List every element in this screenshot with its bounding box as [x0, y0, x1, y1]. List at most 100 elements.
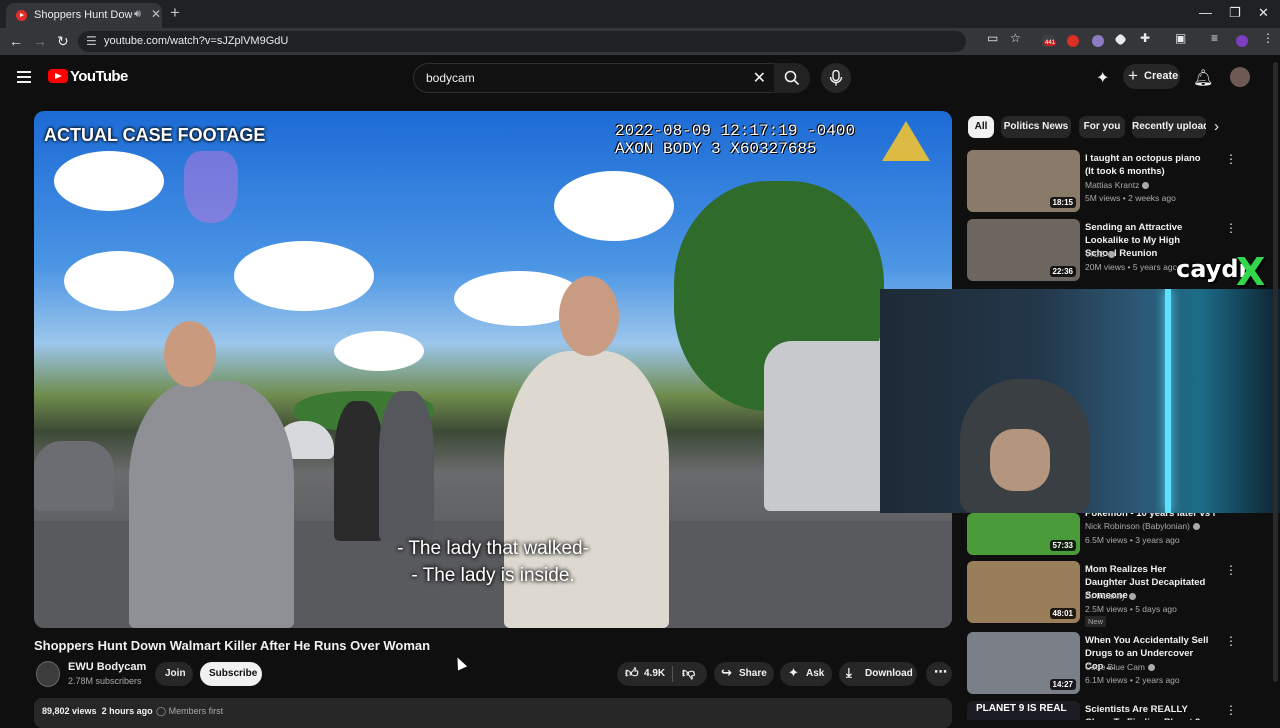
- chip-label: Politics News: [1003, 121, 1069, 132]
- head-shape: [559, 276, 619, 356]
- verified-badge-icon: [1142, 182, 1150, 190]
- window-close-icon[interactable]: ✕: [1258, 5, 1269, 21]
- tab-close-icon[interactable]: ✕: [151, 7, 161, 21]
- site-info-icon[interactable]: ☰: [86, 34, 97, 48]
- recommended-video[interactable]: 18:15 I taught an octopus piano (It took…: [967, 150, 1267, 214]
- ai-sparkle-icon[interactable]: ✦: [1096, 68, 1109, 88]
- streamer-webcam-overlay: [880, 289, 1280, 513]
- video-thumbnail[interactable]: PLANET 9 IS REAL: [967, 701, 1080, 720]
- like-count[interactable]: 4.9K: [644, 668, 665, 679]
- parked-car-shape: [34, 441, 114, 511]
- chip-recently-uploaded[interactable]: Recently uploaded: [1132, 116, 1206, 138]
- thumbs-down-icon[interactable]: 👎︎: [682, 665, 695, 681]
- video-duration: 18:15: [1049, 197, 1076, 208]
- clear-search-icon[interactable]: ✕: [753, 68, 766, 88]
- thumbs-up-icon[interactable]: 👍︎: [625, 665, 639, 681]
- video-thumbnail[interactable]: 22:36: [967, 219, 1080, 281]
- minimize-icon[interactable]: —: [1199, 5, 1212, 20]
- tab-audio-icon[interactable]: 🔊︎: [134, 8, 141, 21]
- download-icon: ⤓: [846, 665, 852, 680]
- youtube-logo-icon[interactable]: [48, 69, 68, 83]
- reload-icon[interactable]: ↻: [57, 33, 69, 50]
- video-thumbnail[interactable]: 48:01: [967, 561, 1080, 623]
- voice-search-button[interactable]: [821, 63, 851, 93]
- ask-label: Ask: [806, 668, 825, 679]
- chip-politics-news[interactable]: Politics News: [1001, 116, 1071, 138]
- search-button[interactable]: [774, 63, 810, 93]
- youtube-wordmark[interactable]: YouTube: [70, 68, 128, 85]
- new-tab-icon[interactable]: +: [170, 3, 180, 23]
- browser-menu-icon[interactable]: ⋮: [1262, 31, 1274, 45]
- man-black-shirt-shape: [334, 401, 384, 541]
- forward-icon[interactable]: →: [33, 33, 47, 49]
- sparkle-icon: ✦: [788, 665, 799, 680]
- members-first-text: Members first: [168, 706, 224, 716]
- address-bar[interactable]: ☰ youtube.com/watch?v=sJZplVM9GdU: [78, 31, 966, 52]
- more-vertical-icon[interactable]: ⋮: [1225, 703, 1237, 717]
- chip-label: Recently uploaded: [1132, 121, 1206, 132]
- more-vertical-icon[interactable]: ⋮: [1225, 221, 1237, 235]
- notifications-bell-icon[interactable]: 🔔︎: [1193, 68, 1213, 88]
- video-thumbnail[interactable]: 14:27: [967, 632, 1080, 694]
- chip-label: All: [974, 121, 988, 132]
- recommended-video[interactable]: 14:27 When You Accidentally Sell Drugs t…: [967, 632, 1267, 696]
- create-button[interactable]: + Create: [1123, 64, 1180, 89]
- channel-avatar[interactable]: [36, 661, 60, 687]
- description-box[interactable]: 89,802 views 2 hours ago ◯ Members first: [34, 698, 952, 728]
- search-query[interactable]: bodycam: [426, 71, 475, 85]
- join-button[interactable]: Join: [155, 662, 193, 686]
- subscribe-button[interactable]: Subscribe: [200, 662, 262, 686]
- extensions-icon[interactable]: ✚: [1140, 31, 1150, 45]
- video-title-link[interactable]: Scientists Are REALLY Close To Finding P…: [1085, 703, 1209, 720]
- chip-all[interactable]: All: [968, 116, 994, 138]
- page-scrollbar[interactable]: [1273, 62, 1278, 682]
- url-text[interactable]: youtube.com/watch?v=sJZplVM9GdU: [104, 35, 288, 47]
- man-grey-shirt-shape: [379, 391, 434, 541]
- view-count: 89,802 views: [42, 706, 97, 716]
- profile-icon[interactable]: [1236, 35, 1248, 47]
- more-vertical-icon[interactable]: ⋮: [1225, 563, 1237, 577]
- back-icon[interactable]: ←: [9, 33, 23, 49]
- video-thumbnail[interactable]: 18:15: [967, 150, 1080, 212]
- video-player[interactable]: ACTUAL CASE FOOTAGE 2022-08-09 12:17:19 …: [34, 111, 952, 628]
- more-vertical-icon[interactable]: ⋮: [1225, 152, 1237, 166]
- cloud-shape: [554, 171, 674, 241]
- download-button[interactable]: ⤓ Download: [839, 662, 917, 686]
- microphone-icon: [829, 70, 843, 86]
- chip-for-you[interactable]: For you: [1079, 116, 1125, 138]
- channel-subscriber-count: 2.78M subscribers: [68, 676, 142, 686]
- hamburger-menu-icon[interactable]: [17, 71, 31, 86]
- chips-next-chevron-icon[interactable]: ›: [1214, 118, 1219, 135]
- extension-purple-icon[interactable]: [1092, 35, 1104, 47]
- side-panel-icon[interactable]: ▣: [1175, 31, 1186, 45]
- channel-name: Dr Insanity: [1085, 591, 1136, 601]
- channel-name-text: Code Blue Cam: [1085, 662, 1146, 672]
- led-light-strip: [1165, 289, 1171, 513]
- more-actions-button[interactable]: ⋯: [926, 662, 952, 686]
- share-arrow-icon: ↪: [721, 665, 732, 680]
- create-label: Create: [1144, 70, 1179, 82]
- more-horizontal-icon: ⋯: [934, 664, 947, 679]
- extension-red-icon[interactable]: [1067, 35, 1079, 47]
- browser-tab[interactable]: Shoppers Hunt Down Walmart Killer After …: [6, 3, 162, 28]
- ask-button[interactable]: ✦ Ask: [780, 662, 832, 686]
- search-input[interactable]: bodycam ✕: [413, 63, 775, 93]
- timestamp-line-2: AXON BODY 3 X60327685: [615, 140, 817, 158]
- media-controls-icon[interactable]: ≡: [1211, 31, 1218, 45]
- more-vertical-icon[interactable]: ⋮: [1225, 634, 1237, 648]
- extension-diamond-icon[interactable]: [1114, 33, 1127, 46]
- recommended-video[interactable]: 48:01 Mom Realizes Her Daughter Just Dec…: [967, 561, 1267, 627]
- channel-name[interactable]: EWU Bodycam: [68, 661, 146, 673]
- video-thumbnail[interactable]: 57:33: [967, 513, 1080, 555]
- restore-icon[interactable]: ❐: [1229, 5, 1241, 21]
- cast-icon[interactable]: ▭: [987, 31, 998, 45]
- share-button[interactable]: ↪ Share: [714, 662, 774, 686]
- bookmark-star-icon[interactable]: ☆: [1010, 31, 1021, 45]
- recommended-video[interactable]: PLANET 9 IS REAL Scientists Are REALLY C…: [967, 701, 1267, 720]
- account-avatar[interactable]: [1230, 67, 1250, 87]
- verified-badge-icon: [1192, 523, 1200, 531]
- axon-triangle-logo: [882, 121, 930, 161]
- video-meta: 5M views • 2 weeks ago: [1085, 193, 1176, 203]
- channel-name: Nick Robinson (Babylonian): [1085, 521, 1200, 531]
- video-title-link[interactable]: I taught an octopus piano (It took 6 mon…: [1085, 152, 1209, 178]
